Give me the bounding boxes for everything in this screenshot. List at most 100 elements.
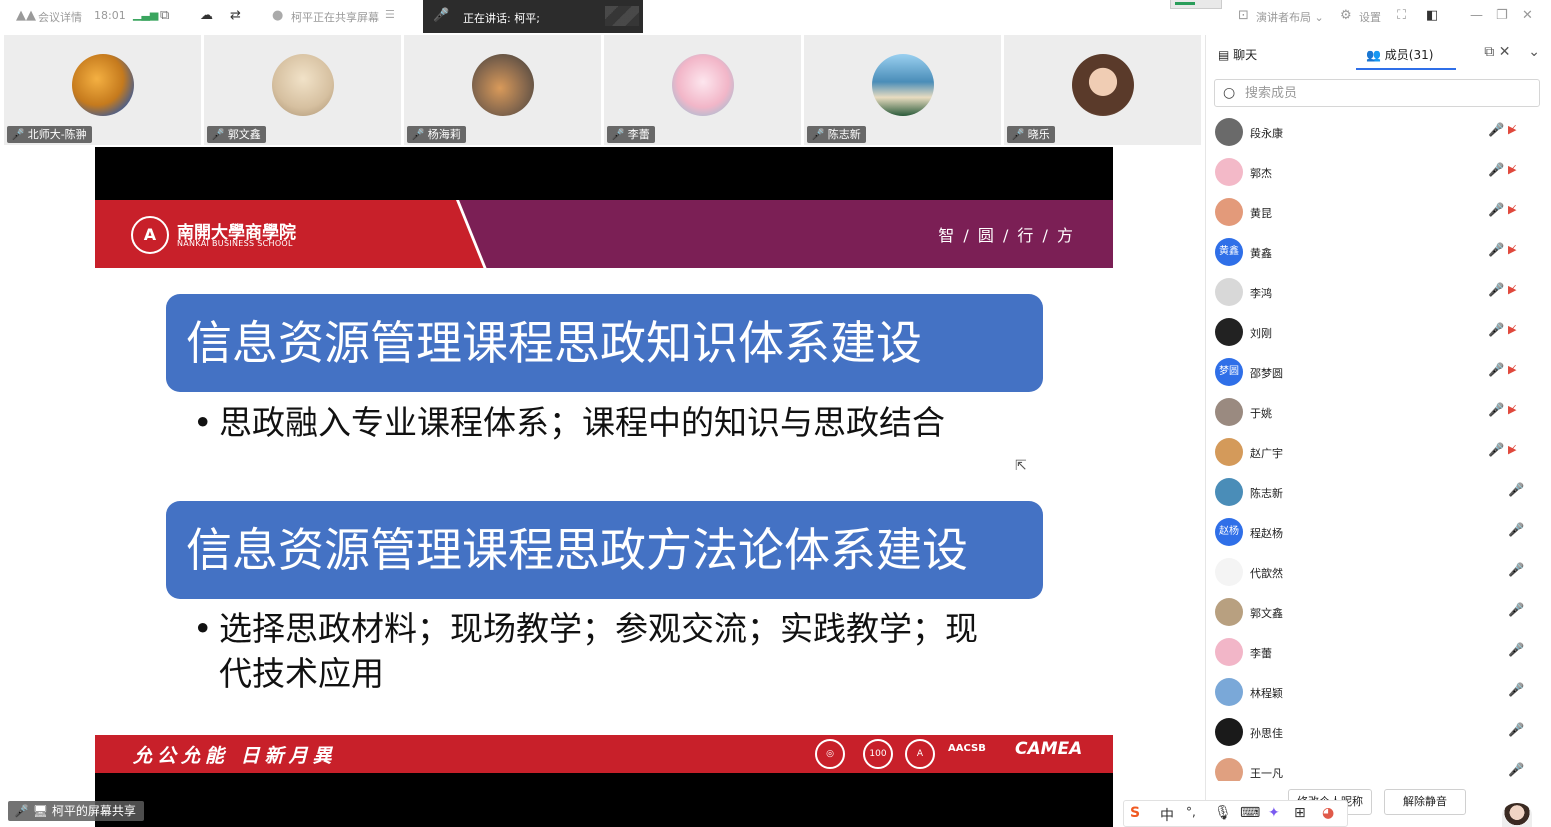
participant-tile[interactable]: 🎤 晓乐 [1004, 35, 1201, 145]
camera-off-icon[interactable]: ▶̸ [1508, 243, 1516, 256]
mic-muted-icon[interactable]: 🎤 [1488, 123, 1504, 138]
voice-icon[interactable]: 🎙 [1214, 805, 1232, 821]
camera-off-icon[interactable]: ▶̸ [1508, 163, 1516, 176]
tab-chat[interactable]: ▤ 聊天 [1218, 46, 1257, 63]
member-name: 郭文鑫 [1250, 607, 1283, 620]
camera-off-icon[interactable]: ▶̸ [1508, 283, 1516, 296]
participant-tile[interactable]: 🎤 杨海莉 [404, 35, 601, 145]
participant-tile[interactable]: 🎤 北师大-陈翀 [4, 35, 201, 145]
cloud-icon[interactable]: ☁ [200, 8, 213, 23]
member-name: 林程颖 [1250, 687, 1283, 700]
slide-bullet-2: 选择思政材料；现场教学；参观交流；实践教学；现代技术应用 [191, 606, 991, 696]
mic-muted-icon[interactable]: 🎤 [1488, 243, 1504, 258]
mic-muted-icon[interactable]: 🎤 [1488, 363, 1504, 378]
audio-meter [1170, 0, 1222, 9]
mic-muted-icon[interactable]: 🎤 [1508, 523, 1524, 538]
mic-muted-icon[interactable]: 🎤 [1488, 203, 1504, 218]
camera-off-icon[interactable]: ▶̸ [1508, 403, 1516, 416]
ime-language[interactable]: 中 [1160, 805, 1174, 825]
ime-punctuation[interactable]: °, [1186, 805, 1196, 819]
member-row[interactable]: 赵杨 程赵杨 🎤 [1206, 513, 1551, 553]
member-row[interactable]: 刘刚 🎤 ▶̸ [1206, 313, 1551, 353]
close-icon[interactable]: ✕ [1522, 8, 1533, 23]
member-name: 段永康 [1250, 127, 1283, 140]
tab-members[interactable]: 👥 成员(31) [1366, 46, 1433, 63]
member-search[interactable]: ○ [1214, 79, 1540, 107]
participant-tile[interactable]: 🎤 李蕾 [604, 35, 801, 145]
member-row[interactable]: 代歆然 🎤 [1206, 553, 1551, 593]
mic-muted-icon[interactable]: 🎤 [1488, 403, 1504, 418]
avatar [1215, 198, 1243, 226]
member-row[interactable]: 黄鑫 黄鑫 🎤 ▶̸ [1206, 233, 1551, 273]
mic-muted-icon[interactable]: 🎤 [1508, 763, 1524, 778]
mic-muted-icon[interactable]: 🎤 [1508, 483, 1524, 498]
mic-muted-icon: 🎤 [411, 128, 425, 141]
camera-off-icon[interactable]: ▶̸ [1508, 363, 1516, 376]
mic-muted-icon[interactable]: 🎤 [1488, 163, 1504, 178]
translate-icon[interactable]: ⇄ [230, 8, 241, 23]
mascot-icon[interactable]: ◕ [1322, 805, 1334, 821]
meeting-details-link[interactable]: 会议详情 [38, 9, 82, 25]
search-icon: ○ [1223, 85, 1236, 101]
gear-icon[interactable]: ⚙ [1340, 8, 1352, 23]
member-row[interactable]: 赵广宇 🎤 ▶̸ [1206, 433, 1551, 473]
camera-off-icon[interactable]: ▶̸ [1508, 323, 1516, 336]
camera-off-icon[interactable]: ▶̸ [1508, 123, 1516, 136]
user-icon: ● [272, 8, 284, 23]
popout-icon[interactable]: ⧉ [1484, 44, 1494, 60]
member-row[interactable]: 郭杰 🎤 ▶̸ [1206, 153, 1551, 193]
slide-bullet-1: 思政融入专业课程体系；课程中的知识与思政结合 [191, 400, 991, 445]
keyboard-icon[interactable]: ⌨ [1240, 805, 1260, 821]
skin-icon[interactable]: ✦ [1268, 805, 1280, 821]
school-emblem-icon: A [131, 216, 169, 254]
menu-icon[interactable]: ☰ [385, 8, 395, 21]
member-row[interactable]: 林程颖 🎤 [1206, 673, 1551, 713]
popout-icon[interactable]: ⧉ [160, 8, 169, 23]
avatar [1215, 438, 1243, 466]
member-row[interactable]: 黄昆 🎤 ▶̸ [1206, 193, 1551, 233]
signal-icon[interactable]: ▁▃▅ [133, 8, 158, 21]
member-row[interactable]: 郭文鑫 🎤 [1206, 593, 1551, 633]
members-icon: 👥 [1366, 48, 1381, 62]
avatar [672, 54, 734, 116]
sogou-logo-icon[interactable]: S [1130, 805, 1140, 821]
member-row[interactable]: 李鸿 🎤 ▶̸ [1206, 273, 1551, 313]
participant-tile[interactable]: 🎤 郭文鑫 [204, 35, 401, 145]
fullscreen-icon[interactable]: ⛶ [1397, 8, 1406, 23]
unmute-button[interactable]: 解除静音 [1384, 789, 1466, 815]
avatar [1215, 158, 1243, 186]
mic-muted-icon[interactable]: 🎤 [1508, 643, 1524, 658]
brand-logo [605, 6, 639, 26]
mic-muted-icon[interactable]: 🎤 [1508, 603, 1524, 618]
mic-muted-icon[interactable]: 🎤 [1508, 683, 1524, 698]
settings-button[interactable]: 设置 [1359, 9, 1381, 25]
mic-muted-icon[interactable]: 🎤 [1488, 283, 1504, 298]
member-row[interactable]: 陈志新 🎤 [1206, 473, 1551, 513]
layout-icon[interactable]: ⊡ [1238, 8, 1249, 23]
member-name: 李鸿 [1250, 287, 1272, 300]
avatar [272, 54, 334, 116]
member-name: 郭杰 [1250, 167, 1272, 180]
mic-muted-icon[interactable]: 🎤 [1508, 563, 1524, 578]
close-icon[interactable]: ✕ [1499, 44, 1511, 60]
member-row[interactable]: 孙思佳 🎤 [1206, 713, 1551, 753]
toolbox-icon[interactable]: ⊞ [1294, 805, 1306, 821]
mic-muted-icon[interactable]: 🎤 [1508, 723, 1524, 738]
chevron-down-icon[interactable]: ⌄ [1528, 44, 1540, 60]
sidebar-toggle-icon[interactable]: ◧ [1426, 8, 1438, 23]
screen-share-label: 🎤 🖥 柯平的屏幕共享 [8, 801, 144, 821]
participant-tile[interactable]: 🎤 陈志新 [804, 35, 1001, 145]
mic-muted-icon[interactable]: 🎤 [1488, 443, 1504, 458]
mic-muted-icon[interactable]: 🎤 [1488, 323, 1504, 338]
self-avatar[interactable] [1502, 803, 1532, 827]
member-row[interactable]: 段永康 🎤 ▶̸ [1206, 113, 1551, 153]
restore-icon[interactable]: ❐ [1496, 8, 1508, 23]
layout-button[interactable]: 演讲者布局 ⌄ [1256, 9, 1324, 25]
search-input[interactable] [1245, 83, 1525, 103]
minimize-icon[interactable]: — [1470, 8, 1483, 23]
member-row[interactable]: 于姚 🎤 ▶̸ [1206, 393, 1551, 433]
camera-off-icon[interactable]: ▶̸ [1508, 203, 1516, 216]
member-row[interactable]: 梦圆 邵梦圆 🎤 ▶̸ [1206, 353, 1551, 393]
member-row[interactable]: 李蕾 🎤 [1206, 633, 1551, 673]
camera-off-icon[interactable]: ▶̸ [1508, 443, 1516, 456]
